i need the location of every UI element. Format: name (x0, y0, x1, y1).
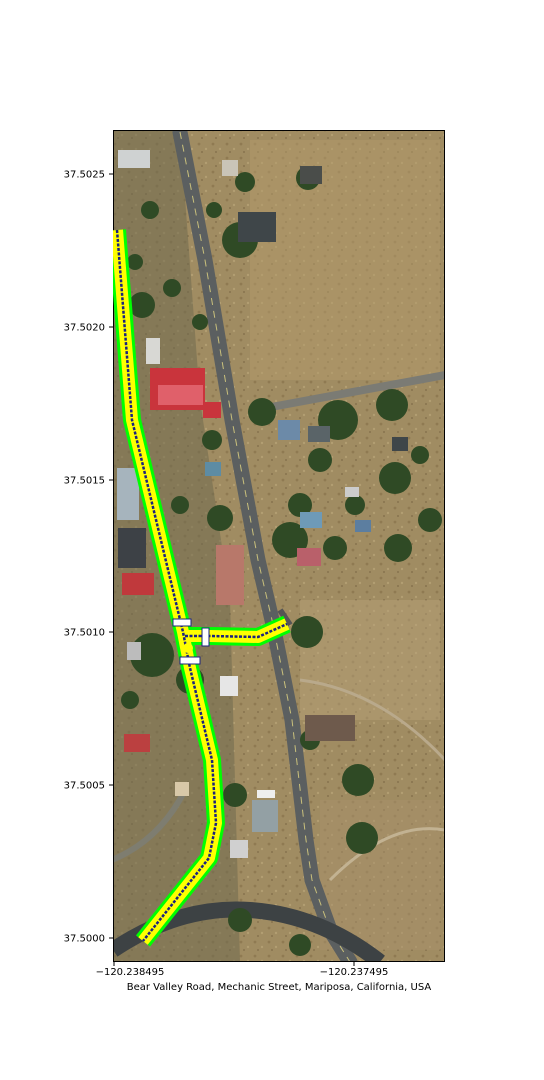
y-tick-label: 37.5025 (64, 170, 105, 181)
y-tick-label: 37.5015 (64, 476, 105, 487)
y-tick-label: 37.5005 (64, 781, 105, 792)
y-axis: 37.5025 37.5020 37.5015 37.5010 37.5005 … (64, 170, 113, 945)
y-tick-label: 37.5000 (64, 934, 105, 945)
map-caption: Bear Valley Road, Mechanic Street, Marip… (127, 982, 432, 993)
x-axis: −120.238495 −120.237495 (96, 962, 389, 978)
y-tick-label: 37.5010 (64, 628, 105, 639)
x-tick-label: −120.238495 (96, 967, 165, 978)
x-tick-label: −120.237495 (320, 967, 389, 978)
map-figure: 37.5025 37.5020 37.5015 37.5010 37.5005 … (64, 130, 445, 993)
y-tick-label: 37.5020 (64, 323, 105, 334)
